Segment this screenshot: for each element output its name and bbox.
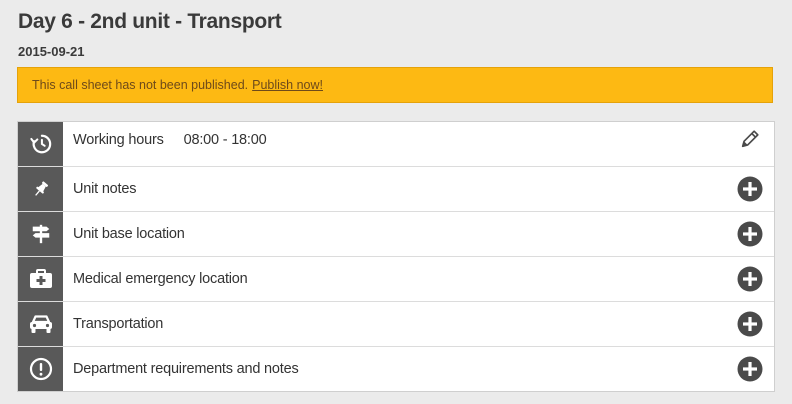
add-department-requirements-button[interactable] xyxy=(726,347,774,391)
publish-now-link[interactable]: Publish now! xyxy=(252,78,323,92)
call-sheet-sections: Working hours 08:00 - 18:00 Unit notes U… xyxy=(17,121,775,392)
plus-circle-icon xyxy=(737,221,763,247)
section-label-department-requirements: Department requirements and notes xyxy=(73,361,299,377)
section-transportation: Transportation xyxy=(18,302,774,347)
section-icon-cell xyxy=(18,167,63,211)
add-transportation-button[interactable] xyxy=(726,302,774,346)
add-unit-notes-button[interactable] xyxy=(726,167,774,211)
page-title: Day 6 - 2nd unit - Transport xyxy=(18,10,282,33)
section-unit-notes: Unit notes xyxy=(18,167,774,212)
exclamation-circle-icon xyxy=(29,357,52,381)
section-medical-emergency-location: Medical emergency location xyxy=(18,257,774,302)
edit-working-hours-button[interactable] xyxy=(726,122,774,166)
car-icon xyxy=(29,315,52,333)
add-medical-emergency-location-button[interactable] xyxy=(726,257,774,301)
section-icon-cell xyxy=(18,212,63,256)
section-working-hours: Working hours 08:00 - 18:00 xyxy=(18,122,774,167)
section-icon-cell xyxy=(18,257,63,301)
pushpin-icon xyxy=(34,181,48,196)
plus-circle-icon xyxy=(737,176,763,202)
section-label-unit-base-location: Unit base location xyxy=(73,226,185,242)
working-hours-value: 08:00 - 18:00 xyxy=(183,132,267,148)
plus-circle-icon xyxy=(737,266,763,292)
section-label-unit-notes: Unit notes xyxy=(73,181,137,197)
alert-message: This call sheet has not been published. xyxy=(32,78,249,92)
section-unit-base-location: Unit base location xyxy=(18,212,774,257)
section-icon-cell xyxy=(18,347,63,391)
plus-circle-icon xyxy=(737,356,763,382)
section-label-transportation: Transportation xyxy=(73,316,164,332)
section-icon-cell xyxy=(18,302,63,346)
first-aid-kit-icon xyxy=(29,269,52,288)
section-icon-cell xyxy=(18,122,63,166)
section-department-requirements: Department requirements and notes xyxy=(18,347,774,391)
pencil-icon xyxy=(741,130,759,148)
clock-history-icon xyxy=(29,134,51,154)
page-date: 2015-09-21 xyxy=(18,44,85,59)
unpublished-alert: This call sheet has not been published. … xyxy=(17,67,773,103)
section-label-medical-emergency-location: Medical emergency location xyxy=(73,271,248,287)
plus-circle-icon xyxy=(737,311,763,337)
add-unit-base-location-button[interactable] xyxy=(726,212,774,256)
section-label-working-hours: Working hours xyxy=(73,132,164,148)
signpost-icon xyxy=(32,224,49,244)
